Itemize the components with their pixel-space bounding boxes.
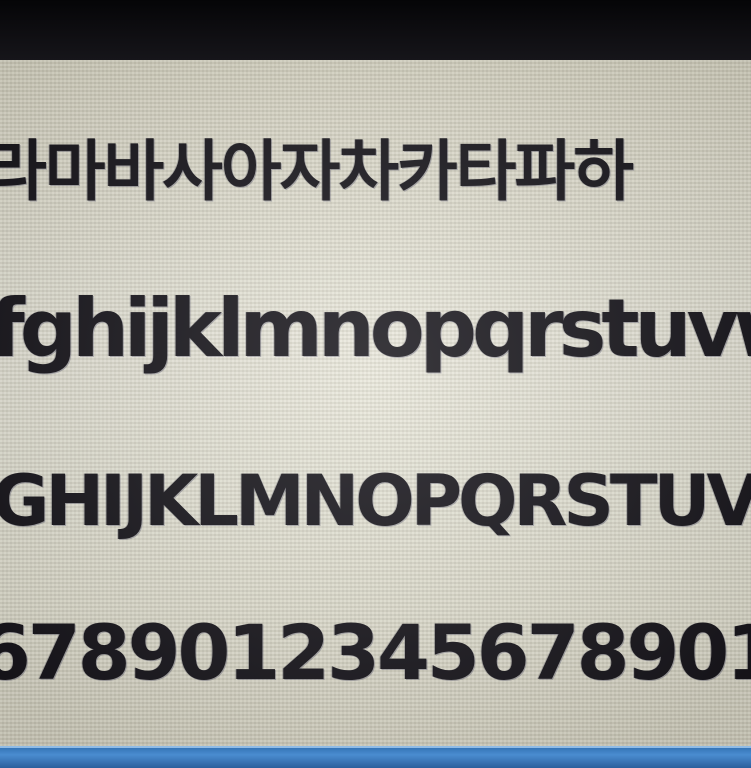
monitor-bezel [0,0,751,64]
digits-sample-line: 678901234567890123456 [0,608,751,697]
font-preview-screen: 라마바사아자차카타파하 fghijklmnopqrstuvwxyz GHIJKL… [0,60,751,750]
uppercase-sample-line: GHIJKLMNOPQRSTUVWXYZ [0,460,751,542]
hangul-sample-line: 라마바사아자차카타파하 [0,133,634,210]
taskbar [0,746,751,768]
taskbar-edge [0,746,751,748]
lowercase-sample-line: fghijklmnopqrstuvwxyz [0,282,751,375]
